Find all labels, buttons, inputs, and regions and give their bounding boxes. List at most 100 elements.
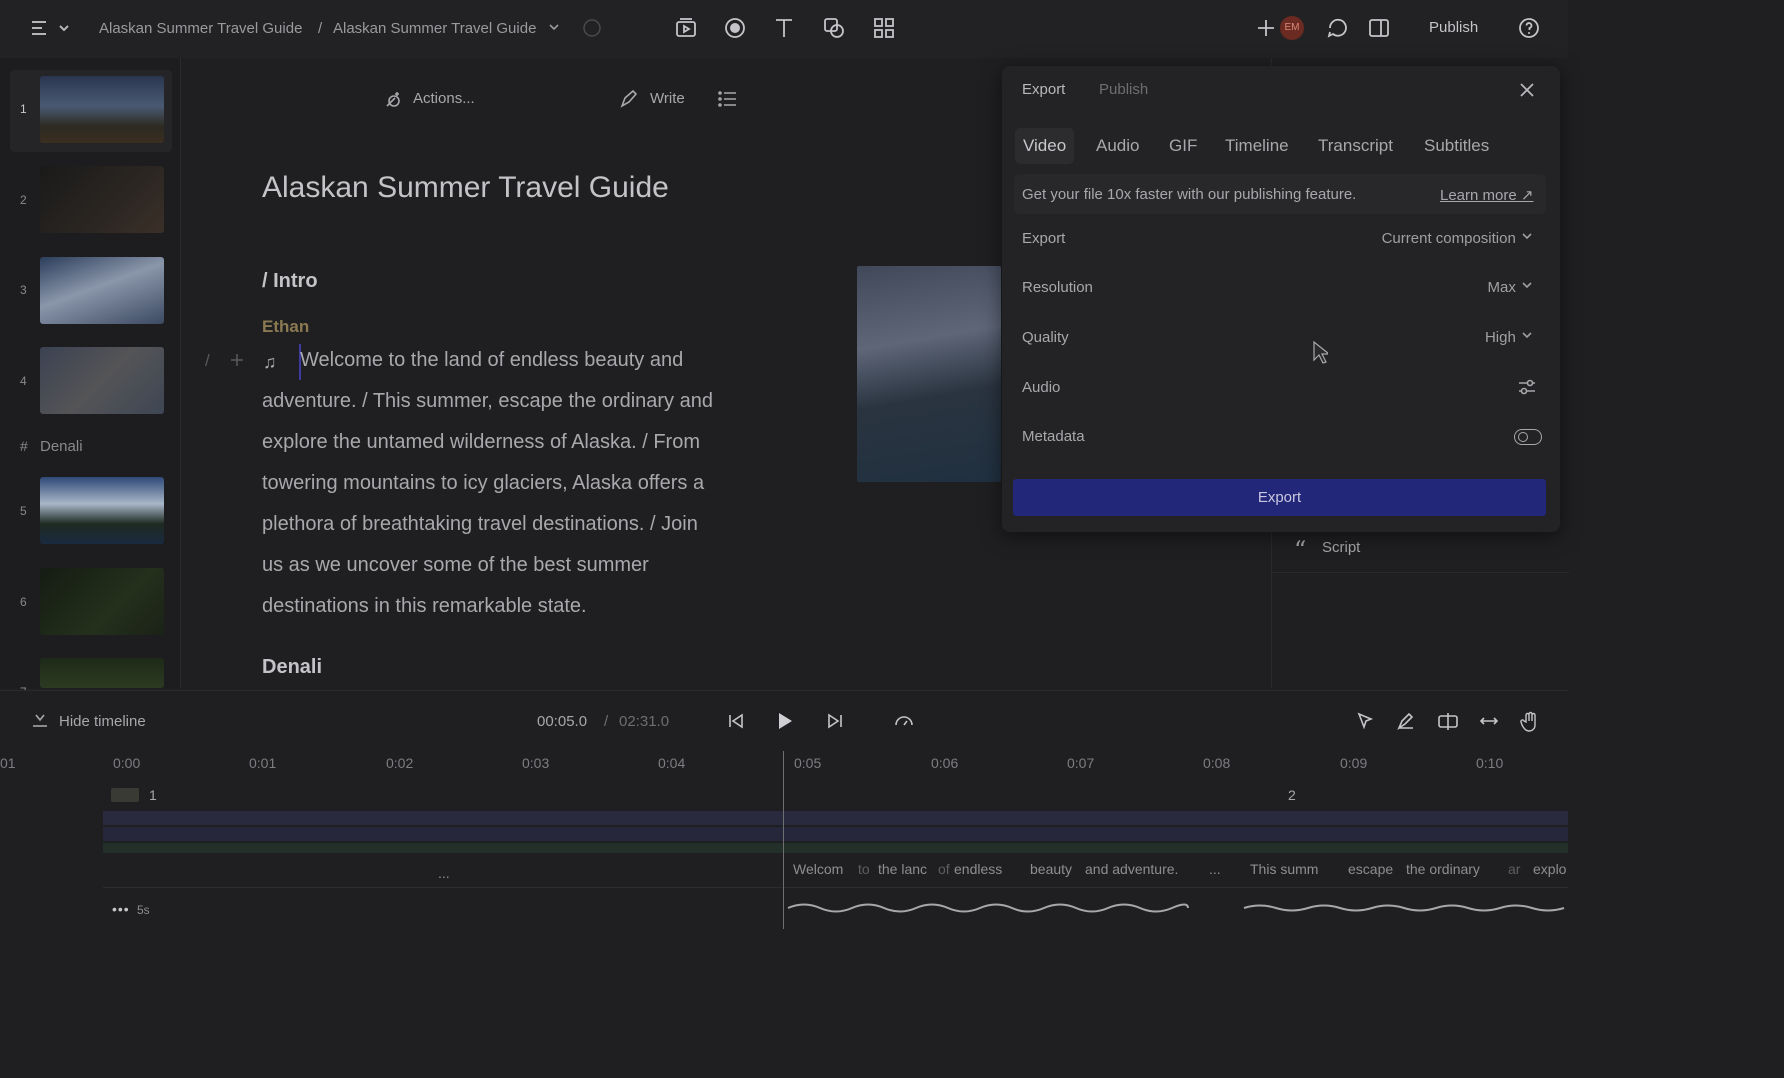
scene-marker-2[interactable]: 2: [1288, 787, 1296, 803]
hide-timeline-icon[interactable]: [31, 711, 49, 734]
section-label-denali[interactable]: Denali: [40, 438, 83, 455]
edit-tool-icon[interactable]: [1396, 711, 1416, 736]
composition-title[interactable]: Alaskan Summer Travel Guide: [262, 171, 669, 205]
media-icon[interactable]: [674, 16, 698, 40]
add-collaborator-icon[interactable]: [1254, 16, 1278, 40]
hide-timeline-button[interactable]: Hide timeline: [59, 713, 146, 730]
close-icon[interactable]: [1518, 81, 1536, 104]
resolution-select[interactable]: Max: [1487, 279, 1534, 296]
text-icon[interactable]: [772, 16, 796, 40]
word-clip[interactable]: and adventure.: [1085, 861, 1178, 877]
script-label: Script: [1322, 539, 1361, 556]
script-line[interactable]: destinations in this remarkable state.: [262, 586, 782, 627]
word-clip[interactable]: escape: [1348, 861, 1393, 877]
skip-forward-icon[interactable]: [826, 712, 844, 735]
script-line[interactable]: us as we uncover some of the best summer: [262, 545, 782, 586]
split-tool-icon[interactable]: [1437, 711, 1459, 736]
list-icon[interactable]: [717, 88, 739, 115]
subtab-gif[interactable]: GIF: [1161, 128, 1205, 164]
actions-button[interactable]: Actions...: [413, 90, 475, 107]
subtab-audio[interactable]: Audio: [1088, 128, 1147, 164]
audio-settings-icon[interactable]: [1516, 376, 1538, 403]
subtab-timeline[interactable]: Timeline: [1217, 128, 1297, 164]
word-clip[interactable]: the ordinary: [1406, 861, 1480, 877]
track-divider: [103, 887, 1568, 888]
comment-icon[interactable]: [1326, 16, 1350, 40]
shapes-icon[interactable]: [822, 16, 846, 40]
script-line[interactable]: towering mountains to icy glaciers, Alas…: [262, 463, 782, 504]
slide-number: 2: [20, 193, 27, 207]
word-clip[interactable]: endless: [954, 861, 1002, 877]
slide-thumbnail-4[interactable]: [40, 347, 164, 414]
slide-thumbnail-3[interactable]: [40, 257, 164, 324]
subtab-transcript[interactable]: Transcript: [1310, 128, 1401, 164]
loop-icon[interactable]: [893, 711, 915, 736]
slide-thumbnail-6[interactable]: [40, 568, 164, 635]
grid-icon[interactable]: [872, 16, 896, 40]
breadcrumb-project[interactable]: Alaskan Summer Travel Guide: [99, 20, 302, 37]
script-row[interactable]: “ Script: [1272, 528, 1569, 573]
audio-track[interactable]: [103, 843, 1568, 853]
script-line[interactable]: adventure. / This summer, escape the ord…: [262, 381, 782, 422]
video-preview[interactable]: [857, 266, 1001, 482]
avatar[interactable]: EM: [1280, 16, 1304, 40]
quality-select[interactable]: High: [1485, 329, 1534, 346]
word-clip[interactable]: Welcom: [793, 861, 843, 877]
learn-more-link[interactable]: Learn more ↗: [1440, 186, 1533, 204]
publish-banner: Get your file 10x faster with our publis…: [1014, 174, 1546, 214]
slide-thumbnail-5[interactable]: [40, 477, 164, 544]
script-line[interactable]: explore the untamed wilderness of Alaska…: [262, 422, 782, 463]
hand-tool-icon[interactable]: [1520, 711, 1540, 738]
subtab-video[interactable]: Video: [1015, 128, 1075, 164]
panel-toggle-icon[interactable]: [1367, 16, 1391, 40]
word-clip[interactable]: to: [858, 861, 870, 877]
word-clip[interactable]: explo: [1533, 861, 1566, 877]
slide-thumbnail-2[interactable]: [40, 166, 164, 233]
tab-export[interactable]: Export: [1022, 81, 1065, 98]
export-scope-label: Export: [1022, 230, 1066, 247]
skip-back-icon[interactable]: [727, 712, 745, 735]
line-tools[interactable]: /: [205, 351, 210, 371]
write-button[interactable]: Write: [650, 90, 685, 107]
word-clip[interactable]: ...: [1209, 861, 1221, 877]
word-clip[interactable]: This summ: [1250, 861, 1318, 877]
chevron-down-icon[interactable]: [548, 20, 560, 39]
speaker-label[interactable]: Ethan: [262, 317, 309, 337]
scene-track[interactable]: [103, 811, 1568, 825]
more-icon[interactable]: •••: [112, 901, 130, 917]
export-button-label: Export: [1257, 489, 1302, 506]
actions-icon[interactable]: [383, 88, 405, 115]
export-scope-select[interactable]: Current composition: [1382, 230, 1534, 247]
scene-marker-1[interactable]: 1: [149, 787, 157, 803]
script-paragraph[interactable]: Welcome to the land of endless beauty an…: [262, 340, 782, 627]
metadata-label: Metadata: [1022, 428, 1085, 445]
section-heading-denali[interactable]: Denali: [262, 656, 322, 679]
playhead[interactable]: [783, 751, 784, 929]
word-clip[interactable]: beauty: [1030, 861, 1072, 877]
subtab-subtitles[interactable]: Subtitles: [1416, 128, 1497, 164]
add-line-icon[interactable]: [229, 352, 245, 373]
menu-icon[interactable]: [30, 18, 70, 40]
word-clip[interactable]: of: [938, 861, 950, 877]
scene-track[interactable]: [103, 827, 1568, 841]
help-icon[interactable]: [1517, 16, 1541, 40]
audio-label: Audio: [1022, 379, 1061, 396]
metadata-toggle[interactable]: [1514, 429, 1542, 445]
play-icon[interactable]: [776, 711, 794, 736]
select-tool-icon[interactable]: [1355, 711, 1375, 736]
breadcrumb-composition[interactable]: Alaskan Summer Travel Guide: [333, 20, 536, 37]
export-button[interactable]: Export: [1013, 479, 1546, 516]
word-clip[interactable]: the lanc: [878, 861, 927, 877]
script-line[interactable]: Welcome to the land of endless beauty an…: [262, 340, 782, 381]
script-line[interactable]: plethora of breathtaking travel destinat…: [262, 504, 782, 545]
section-heading-intro[interactable]: / Intro: [262, 270, 318, 293]
tab-publish[interactable]: Publish: [1099, 81, 1148, 98]
slide-thumbnail-7[interactable]: [40, 658, 164, 688]
record-icon[interactable]: [723, 16, 747, 40]
fit-width-icon[interactable]: [1479, 711, 1499, 736]
resolution-label: Resolution: [1022, 279, 1093, 296]
word-clip[interactable]: ar: [1508, 861, 1520, 877]
write-icon[interactable]: [618, 88, 640, 115]
slide-thumbnail-1[interactable]: [40, 76, 164, 143]
publish-button[interactable]: Publish: [1429, 19, 1478, 36]
